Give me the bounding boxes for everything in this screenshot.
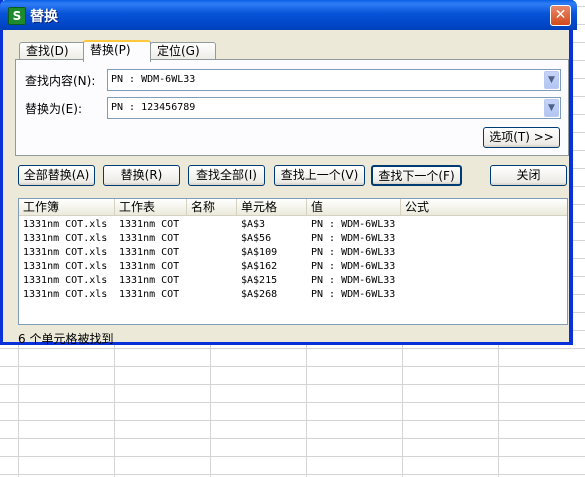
title-bar[interactable]: S 替换 ✕ — [0, 0, 577, 30]
app-icon: S — [8, 7, 26, 25]
find-previous-button[interactable]: 查找上一个(V) — [274, 165, 365, 186]
cell-formula — [401, 232, 405, 246]
cell-name — [187, 232, 191, 246]
cell-formula — [401, 274, 405, 288]
cell-sheet: 1331nm COT — [119, 275, 180, 286]
replace-input[interactable]: PN : 123456789 ▼ — [107, 97, 561, 119]
cell-workbook: 1331nm COT.xls — [23, 261, 108, 272]
find-next-button[interactable]: 查找下一个(F) — [371, 165, 462, 186]
cell-value: PN : WDM-6WL33 — [311, 233, 396, 244]
close-button[interactable]: 关闭 — [490, 165, 567, 186]
column-header-value[interactable]: 值 — [307, 199, 401, 215]
column-header-cell[interactable]: 单元格 — [237, 199, 307, 215]
column-header-workbook[interactable]: 工作簿 — [19, 199, 115, 215]
column-header-name[interactable]: 名称 — [187, 199, 237, 215]
replace-all-button[interactable]: 全部替换(A) — [18, 165, 95, 186]
cell-address: $A$215 — [241, 275, 278, 286]
cell-sheet: 1331nm COT — [119, 261, 180, 272]
replace-button[interactable]: 替换(R) — [103, 165, 180, 186]
close-icon[interactable]: ✕ — [550, 5, 571, 26]
cell-name — [187, 246, 191, 260]
cell-name — [187, 288, 191, 302]
status-text: 6 个单元格被找到 — [18, 332, 114, 346]
replace-value: PN : 123456789 — [111, 102, 196, 113]
table-row[interactable]: 1331nm COT.xls 1331nm COT $A$215 PN : WD… — [19, 274, 567, 288]
tab-replace[interactable]: 替换(P) — [83, 40, 151, 62]
cell-value: PN : WDM-6WL33 — [311, 261, 396, 272]
table-row[interactable]: 1331nm COT.xls 1331nm COT $A$56 PN : WDM… — [19, 232, 567, 246]
tab-goto[interactable]: 定位(G) — [150, 42, 216, 60]
replace-label: 替换为(E): — [25, 102, 82, 116]
cell-formula — [401, 218, 405, 232]
cell-address: $A$162 — [241, 261, 278, 272]
column-header-sheet[interactable]: 工作表 — [115, 199, 187, 215]
results-header: 工作簿 工作表 名称 单元格 值 公式 — [19, 199, 567, 216]
cell-value: PN : WDM-6WL33 — [311, 219, 396, 230]
cell-formula — [401, 288, 405, 302]
cell-sheet: 1331nm COT — [119, 233, 180, 244]
find-input[interactable]: PN : WDM-6WL33 ▼ — [107, 69, 561, 91]
cell-workbook: 1331nm COT.xls — [23, 289, 108, 300]
cell-address: $A$56 — [241, 233, 272, 244]
find-label: 查找内容(N): — [25, 74, 96, 88]
tab-find[interactable]: 查找(D) — [19, 42, 87, 60]
table-row[interactable]: 1331nm COT.xls 1331nm COT $A$162 PN : WD… — [19, 260, 567, 274]
replace-panel: 查找内容(N): PN : WDM-6WL33 ▼ 替换为(E): PN : 1… — [15, 59, 569, 156]
table-row[interactable]: 1331nm COT.xls 1331nm COT $A$268 PN : WD… — [19, 288, 567, 302]
chevron-down-icon[interactable]: ▼ — [544, 99, 559, 117]
cell-name — [187, 218, 191, 232]
cell-address: $A$109 — [241, 247, 278, 258]
cell-formula — [401, 260, 405, 274]
cell-sheet: 1331nm COT — [119, 289, 180, 300]
options-button[interactable]: 选项(T) >> — [483, 127, 560, 148]
cell-value: PN : WDM-6WL33 — [311, 275, 396, 286]
cell-address: $A$268 — [241, 289, 278, 300]
replace-dialog: S 替换 ✕ 查找(D) 替换(P) 定位(G) 查找内容(N): PN : W… — [0, 0, 577, 346]
chevron-down-icon[interactable]: ▼ — [544, 71, 559, 89]
cell-name — [187, 260, 191, 274]
cell-sheet: 1331nm COT — [119, 219, 180, 230]
cell-name — [187, 274, 191, 288]
column-header-formula[interactable]: 公式 — [401, 199, 567, 215]
cell-address: $A$3 — [241, 219, 266, 230]
cell-workbook: 1331nm COT.xls — [23, 233, 108, 244]
table-row[interactable]: 1331nm COT.xls 1331nm COT $A$109 PN : WD… — [19, 246, 567, 260]
cell-sheet: 1331nm COT — [119, 247, 180, 258]
cell-value: PN : WDM-6WL33 — [311, 247, 396, 258]
cell-value: PN : WDM-6WL33 — [311, 289, 396, 300]
dialog-title: 替换 — [30, 9, 58, 25]
find-all-button[interactable]: 查找全部(I) — [188, 165, 265, 186]
cell-workbook: 1331nm COT.xls — [23, 219, 108, 230]
results-list[interactable]: 工作簿 工作表 名称 单元格 值 公式 1331nm COT.xls 1331n… — [18, 198, 568, 325]
cell-workbook: 1331nm COT.xls — [23, 247, 108, 258]
table-row[interactable]: 1331nm COT.xls 1331nm COT $A$3 PN : WDM-… — [19, 218, 567, 232]
cell-workbook: 1331nm COT.xls — [23, 275, 108, 286]
cell-formula — [401, 246, 405, 260]
find-value: PN : WDM-6WL33 — [111, 74, 196, 85]
